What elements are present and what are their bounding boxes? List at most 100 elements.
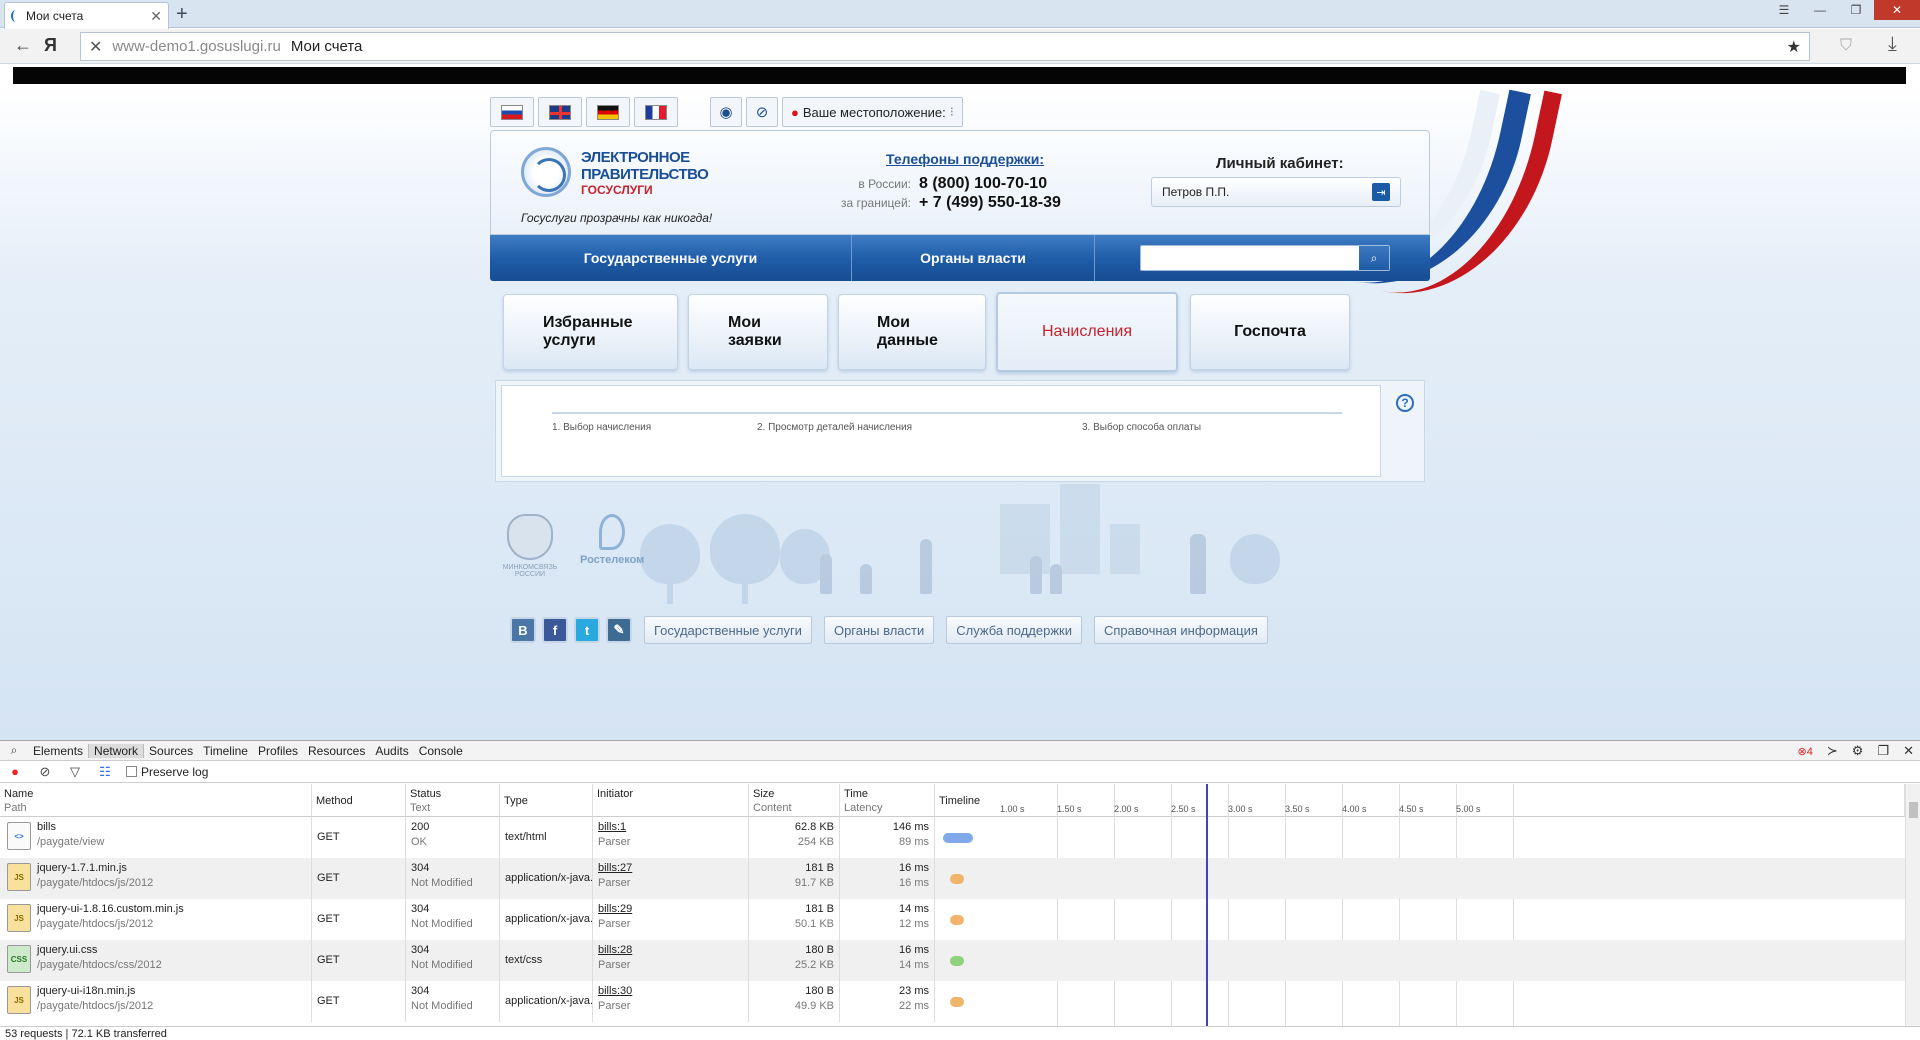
lang-de-button[interactable]: [586, 97, 630, 127]
location-pin-icon: ●: [791, 104, 799, 120]
console-drawer-icon[interactable]: ≻: [1827, 743, 1838, 759]
rostelecom-logo[interactable]: Ростелеком: [580, 514, 644, 566]
cell-method: GET: [312, 940, 406, 981]
table-row[interactable]: JS jquery-ui-1.8.16.custom.min.js/paygate…: [0, 899, 1905, 940]
minsvyaz-logo[interactable]: МИНКОМСВЯЗЬ РОССИИ: [500, 514, 560, 578]
devtools-tab-sources[interactable]: Sources: [144, 744, 198, 758]
network-scrollbar[interactable]: [1905, 784, 1920, 1026]
devtools-tab-resources[interactable]: Resources: [303, 744, 370, 758]
close-devtools-icon[interactable]: ✕: [1903, 743, 1914, 759]
uk-flag-icon: [549, 104, 571, 120]
support-phones-link[interactable]: Телефоны поддержки:: [886, 151, 1044, 167]
logo-title[interactable]: ЭЛЕКТРОННОЕ ПРАВИТЕЛЬСТВО: [581, 149, 721, 183]
error-count-badge[interactable]: ⊗4: [1798, 745, 1813, 758]
devtools-tab-console[interactable]: Console: [414, 744, 468, 758]
dock-icon[interactable]: ❐: [1877, 743, 1889, 759]
close-window-icon[interactable]: ✕: [1874, 0, 1920, 20]
footer-link-support[interactable]: Служба поддержки: [946, 616, 1082, 644]
cell-name: JS jquery-1.7.1.min.js/paygate/htdocs/js/…: [0, 858, 312, 899]
inspect-search-icon[interactable]: ⌕: [0, 743, 28, 758]
cell-name: <> bills/paygate/view: [0, 817, 312, 858]
devtools-tab-network[interactable]: Network: [88, 743, 145, 758]
restore-icon[interactable]: ❐: [1838, 0, 1874, 20]
lang-fr-button[interactable]: [634, 97, 678, 127]
lang-en-button[interactable]: [538, 97, 582, 127]
cell-size: 181 B 50.1 KB: [749, 899, 840, 940]
footer-link-authorities[interactable]: Органы власти: [823, 616, 935, 644]
table-row[interactable]: CSS jquery.ui.css/paygate/htdocs/css/2012…: [0, 940, 1905, 981]
cell-initiator[interactable]: bills:30 Parser: [593, 981, 749, 1022]
livejournal-icon[interactable]: ✎: [606, 617, 632, 643]
tab-gospochta[interactable]: Госпочта: [1190, 294, 1350, 370]
vk-icon[interactable]: В: [510, 617, 536, 643]
clear-icon[interactable]: ⊘: [30, 764, 60, 780]
tab-charges[interactable]: Начисления: [996, 292, 1178, 372]
timeline-tick: 5.00 s: [1456, 804, 1481, 814]
cell-method: GET: [312, 858, 406, 899]
devtools-tab-profiles[interactable]: Profiles: [253, 744, 303, 758]
help-icon[interactable]: ?: [1396, 394, 1414, 412]
compass-button[interactable]: ⊘: [746, 97, 778, 127]
timeline-bar: [943, 833, 973, 843]
cell-initiator[interactable]: bills:28 Parser: [593, 940, 749, 981]
protect-shield-icon[interactable]: ⛉: [1840, 37, 1852, 55]
tab-my-requests[interactable]: Мои заявки: [688, 294, 828, 370]
search-icon[interactable]: ⌕: [1359, 246, 1389, 270]
footer-link-gov-services[interactable]: Государственные услуги: [644, 616, 812, 644]
menu-icon[interactable]: ☰: [1766, 0, 1802, 20]
new-tab-icon[interactable]: +: [176, 3, 188, 25]
tab-my-data[interactable]: Мои данные: [838, 294, 986, 370]
devtools-tab-audits[interactable]: Audits: [370, 744, 413, 758]
lang-ru-button[interactable]: [490, 97, 534, 127]
devtools-tab-timeline[interactable]: Timeline: [198, 744, 253, 758]
tab-favorites[interactable]: Избранные услуги: [503, 294, 678, 370]
file-type-icon: JS: [7, 863, 31, 891]
facebook-icon[interactable]: f: [542, 617, 568, 643]
url-field[interactable]: ✕ www-demo1.gosuslugi.ru Мои счета ★: [80, 32, 1810, 61]
tab-close-icon[interactable]: ✕: [150, 8, 162, 25]
twitter-icon[interactable]: t: [574, 617, 600, 643]
table-row[interactable]: JS jquery-1.7.1.min.js/paygate/htdocs/js/…: [0, 858, 1905, 899]
russian-flag-icon: [501, 104, 523, 120]
gosuslugi-logo-icon[interactable]: [521, 147, 571, 197]
header-col-method[interactable]: Method: [312, 784, 406, 817]
cell-initiator[interactable]: bills:1 Parser: [593, 817, 749, 858]
location-selector[interactable]: ● Ваше местоположение: ⁝: [782, 97, 963, 127]
preserve-log-checkbox[interactable]: [126, 766, 137, 777]
header-col-type[interactable]: Type: [500, 784, 593, 817]
back-icon[interactable]: ←: [14, 35, 32, 56]
table-row[interactable]: JS jquery-ui-i18n.min.js/paygate/htdocs/j…: [0, 981, 1905, 1022]
browser-tab[interactable]: Мои счета ✕: [4, 2, 169, 29]
filter-icon[interactable]: ▽: [60, 764, 90, 780]
bookmark-star-icon[interactable]: ★: [1787, 37, 1801, 57]
header-col-time[interactable]: Time Latency: [840, 784, 935, 817]
cell-size: 180 B 49.9 KB: [749, 981, 840, 1022]
header-col-size[interactable]: Size Content: [749, 784, 840, 817]
nav-authorities[interactable]: Органы власти: [852, 235, 1095, 281]
devtools-right-controls: ⊗4 ≻ ⚙ ❐ ✕: [1798, 741, 1914, 761]
cell-initiator[interactable]: bills:27 Parser: [593, 858, 749, 899]
cell-timeline: [935, 817, 1905, 858]
stop-loading-icon[interactable]: ✕: [89, 37, 102, 57]
nav-gov-services[interactable]: Государственные услуги: [490, 235, 852, 281]
logout-door-icon[interactable]: ⇥: [1372, 183, 1390, 201]
header-col-name[interactable]: Name Path: [0, 784, 312, 817]
minimize-icon[interactable]: —: [1802, 0, 1838, 20]
cell-method: GET: [312, 817, 406, 858]
site-search-input[interactable]: ⌕: [1140, 245, 1390, 271]
cell-initiator[interactable]: bills:29 Parser: [593, 899, 749, 940]
table-row[interactable]: <> bills/paygate/view GET 200 OK text/html bil…: [0, 817, 1905, 858]
network-requests-table: Name Path Method Status Text Type Initiator Siz…: [0, 784, 1920, 1026]
devtools-tab-elements[interactable]: Elements: [28, 744, 88, 758]
cabinet-user-button[interactable]: Петров П.П. ⇥: [1151, 177, 1401, 207]
timeline-tick: 2.50 s: [1171, 804, 1196, 814]
large-rows-icon[interactable]: ☷: [90, 764, 120, 780]
header-col-initiator[interactable]: Initiator: [593, 784, 749, 817]
footer-link-reference[interactable]: Справочная информация: [1093, 616, 1268, 644]
download-icon[interactable]: ⤓: [1888, 33, 1897, 56]
yandex-icon[interactable]: Я: [44, 35, 57, 56]
header-col-status[interactable]: Status Text: [406, 784, 500, 817]
accessibility-eye-button[interactable]: ◉: [710, 97, 742, 127]
settings-gear-icon[interactable]: ⚙: [1852, 743, 1864, 759]
record-icon[interactable]: ●: [0, 764, 30, 779]
